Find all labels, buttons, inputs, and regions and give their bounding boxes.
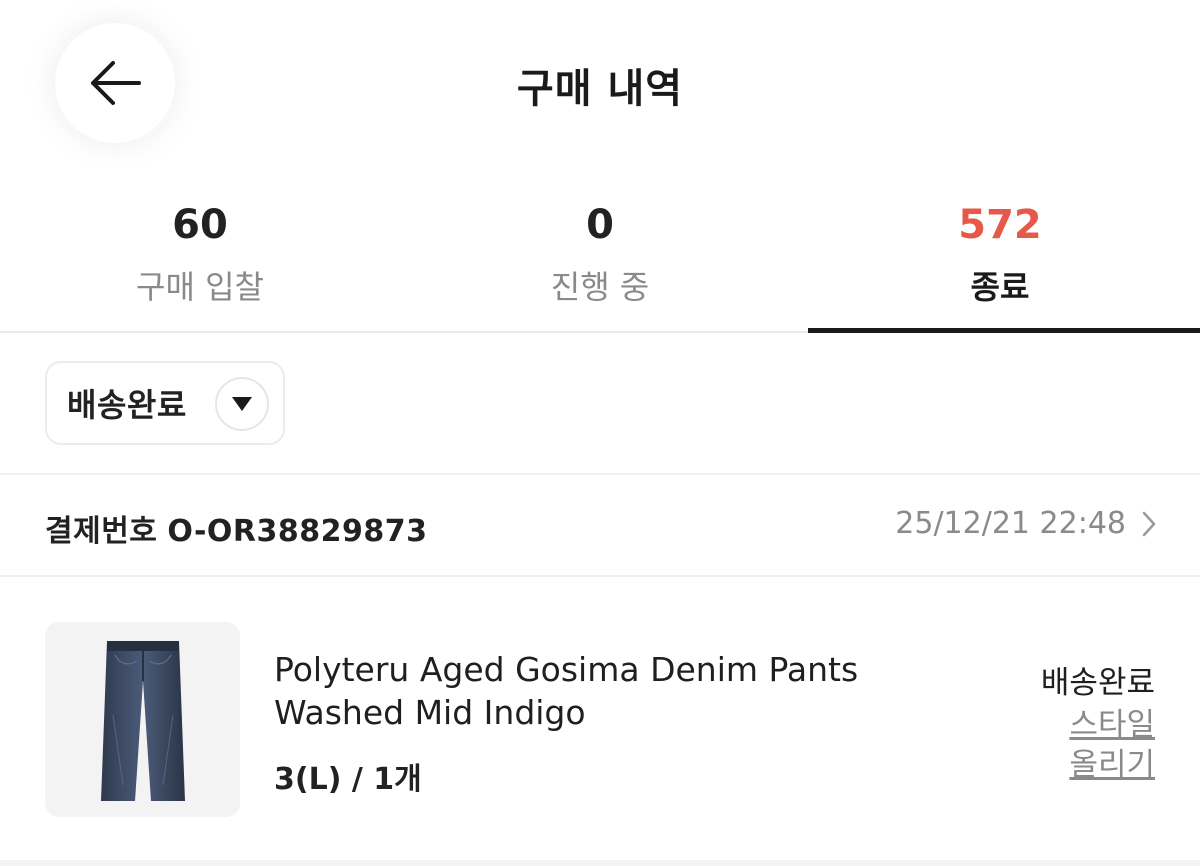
tab-bidding[interactable]: 60 구매 입찰 bbox=[0, 190, 400, 331]
post-style-link[interactable]: 스타일 올리기 bbox=[1035, 705, 1155, 785]
product-thumbnail[interactable] bbox=[45, 622, 240, 817]
purchase-history-screen: 구매 내역 60 구매 입찰 0 진행 중 572 종료 배송완료 결제번호 O-… bbox=[0, 0, 1200, 866]
order-datetime: 25/12/21 22:48 bbox=[895, 506, 1126, 541]
header: 구매 내역 bbox=[0, 0, 1200, 170]
divider bbox=[0, 575, 1200, 577]
tab-label: 종료 bbox=[970, 268, 1030, 306]
tab-label: 진행 중 bbox=[550, 268, 650, 306]
page-title: 구매 내역 bbox=[516, 66, 684, 112]
order-number: 결제번호 O-OR38829873 bbox=[45, 506, 428, 550]
delivery-status: 배송완료 bbox=[1040, 665, 1155, 701]
tab-in-progress[interactable]: 0 진행 중 bbox=[400, 190, 800, 331]
order-number-label: 결제번호 bbox=[45, 514, 158, 549]
filter-selected-value: 배송완료 bbox=[67, 386, 187, 424]
product-option: 3(L) / 1개 bbox=[274, 762, 422, 797]
tab-label: 구매 입찰 bbox=[136, 268, 264, 306]
tab-count: 0 bbox=[586, 202, 614, 248]
product-name[interactable]: Polyteru Aged Gosima Denim Pants Washed … bbox=[274, 648, 874, 734]
status-filter-dropdown[interactable]: 배송완료 bbox=[45, 361, 285, 445]
denim-pants-image bbox=[100, 640, 185, 801]
order-number-value: O-OR38829873 bbox=[167, 514, 428, 549]
divider bbox=[0, 860, 1200, 866]
tab-count: 60 bbox=[172, 202, 228, 248]
chevron-right-icon bbox=[1142, 511, 1156, 537]
tab-count: 572 bbox=[958, 202, 1042, 248]
caret-down-icon bbox=[215, 377, 269, 431]
tab-completed[interactable]: 572 종료 bbox=[800, 190, 1200, 333]
status-tabs: 60 구매 입찰 0 진행 중 572 종료 bbox=[0, 190, 1200, 333]
order-header-row[interactable]: 결제번호 O-OR38829873 25/12/21 22:48 bbox=[0, 475, 1200, 575]
